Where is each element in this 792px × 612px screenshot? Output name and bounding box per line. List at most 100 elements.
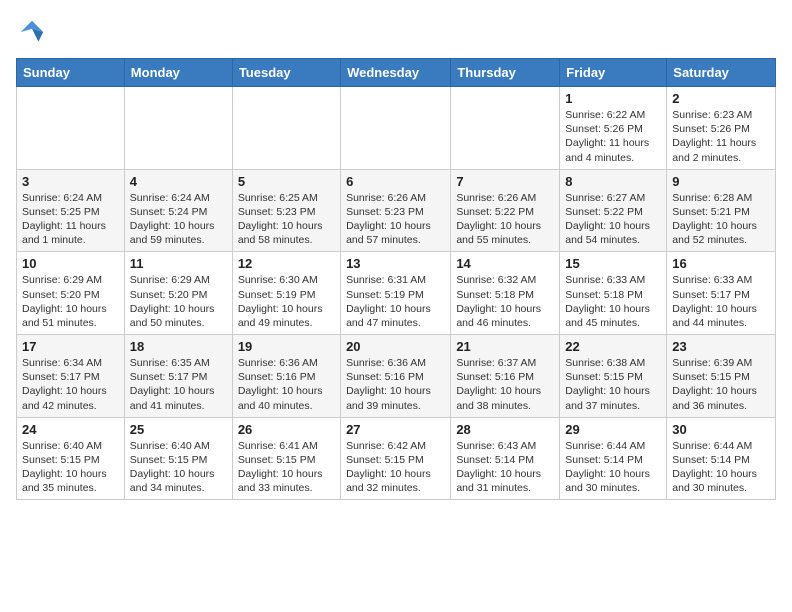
calendar-cell: 20Sunrise: 6:36 AM Sunset: 5:16 PM Dayli… [341,335,451,418]
day-number: 9 [672,174,770,189]
calendar-table: SundayMondayTuesdayWednesdayThursdayFrid… [16,58,776,500]
day-header-friday: Friday [560,59,667,87]
day-number: 29 [565,422,661,437]
day-info: Sunrise: 6:29 AM Sunset: 5:20 PM Dayligh… [22,273,119,330]
day-info: Sunrise: 6:41 AM Sunset: 5:15 PM Dayligh… [238,439,335,496]
day-info: Sunrise: 6:22 AM Sunset: 5:26 PM Dayligh… [565,108,661,165]
calendar-cell: 18 Sunrise: 6:35 AM Sunset: 5:17 PM Dayli… [124,335,232,418]
day-number: 24 [22,422,119,437]
calendar-cell: 23 Sunrise: 6:39 AM Sunset: 5:15 PM Dayli… [667,335,776,418]
day-header-thursday: Thursday [451,59,560,87]
day-info: Sunrise: 6:42 AM Sunset: 5:15 PM Dayligh… [346,439,445,496]
calendar-cell: 27 Sunrise: 6:42 AM Sunset: 5:15 PM Dayli… [341,417,451,500]
day-number: 6 [346,174,445,189]
calendar-week-row: 3 Sunrise: 6:24 AM Sunset: 5:25 PM Daylig… [17,169,776,252]
calendar-cell [451,87,560,170]
day-number: 17 [22,339,119,354]
day-number: 28 [456,422,554,437]
calendar-cell: 25 Sunrise: 6:40 AM Sunset: 5:15 PM Dayli… [124,417,232,500]
calendar-cell: 29 Sunrise: 6:44 AM Sunset: 5:14 PM Dayli… [560,417,667,500]
day-info: Sunrise: 6:29 AM Sunset: 5:20 PM Dayligh… [130,273,227,330]
day-info: Sunrise: 6:24 AM Sunset: 5:25 PM Dayligh… [22,191,119,248]
day-header-tuesday: Tuesday [232,59,340,87]
day-number: 5 [238,174,335,189]
day-info: Sunrise: 6:27 AM Sunset: 5:22 PM Dayligh… [565,191,661,248]
day-info: Sunrise: 6:34 AM Sunset: 5:17 PM Dayligh… [22,356,119,413]
day-number: 15 [565,256,661,271]
day-info: Sunrise: 6:37 AM Sunset: 5:16 PM Dayligh… [456,356,554,413]
day-info: Sunrise: 6:38 AM Sunset: 5:15 PM Dayligh… [565,356,661,413]
calendar-cell: 12 Sunrise: 6:30 AM Sunset: 5:19 PM Dayli… [232,252,340,335]
day-info: Sunrise: 6:40 AM Sunset: 5:15 PM Dayligh… [130,439,227,496]
day-number: 26 [238,422,335,437]
day-number: 13 [346,256,445,271]
day-info: Sunrise: 6:30 AM Sunset: 5:19 PM Dayligh… [238,273,335,330]
day-number: 25 [130,422,227,437]
calendar-cell: 30Sunrise: 6:44 AM Sunset: 5:14 PM Dayli… [667,417,776,500]
day-info: Sunrise: 6:24 AM Sunset: 5:24 PM Dayligh… [130,191,227,248]
day-info: Sunrise: 6:33 AM Sunset: 5:17 PM Dayligh… [672,273,770,330]
calendar-cell: 1 Sunrise: 6:22 AM Sunset: 5:26 PM Daylig… [560,87,667,170]
calendar-week-row: 17 Sunrise: 6:34 AM Sunset: 5:17 PM Dayli… [17,335,776,418]
calendar-cell [124,87,232,170]
calendar-cell: 28 Sunrise: 6:43 AM Sunset: 5:14 PM Dayli… [451,417,560,500]
day-number: 8 [565,174,661,189]
calendar-cell: 11 Sunrise: 6:29 AM Sunset: 5:20 PM Dayli… [124,252,232,335]
day-info: Sunrise: 6:32 AM Sunset: 5:18 PM Dayligh… [456,273,554,330]
calendar-cell: 24 Sunrise: 6:40 AM Sunset: 5:15 PM Dayli… [17,417,125,500]
day-number: 19 [238,339,335,354]
day-number: 27 [346,422,445,437]
calendar-cell: 13 Sunrise: 6:31 AM Sunset: 5:19 PM Dayli… [341,252,451,335]
day-number: 1 [565,91,661,106]
day-info: Sunrise: 6:23 AM Sunset: 5:26 PM Dayligh… [672,108,770,165]
day-number: 16 [672,256,770,271]
calendar-cell [341,87,451,170]
calendar-cell: 8 Sunrise: 6:27 AM Sunset: 5:22 PM Daylig… [560,169,667,252]
logo [16,16,52,48]
calendar-cell: 10Sunrise: 6:29 AM Sunset: 5:20 PM Dayli… [17,252,125,335]
day-number: 12 [238,256,335,271]
calendar-cell: 16 Sunrise: 6:33 AM Sunset: 5:17 PM Dayli… [667,252,776,335]
day-number: 18 [130,339,227,354]
calendar-cell: 26 Sunrise: 6:41 AM Sunset: 5:15 PM Dayli… [232,417,340,500]
day-number: 22 [565,339,661,354]
day-header-wednesday: Wednesday [341,59,451,87]
day-info: Sunrise: 6:44 AM Sunset: 5:14 PM Dayligh… [672,439,770,496]
day-number: 11 [130,256,227,271]
day-info: Sunrise: 6:33 AM Sunset: 5:18 PM Dayligh… [565,273,661,330]
day-info: Sunrise: 6:44 AM Sunset: 5:14 PM Dayligh… [565,439,661,496]
day-info: Sunrise: 6:43 AM Sunset: 5:14 PM Dayligh… [456,439,554,496]
day-number: 3 [22,174,119,189]
day-number: 23 [672,339,770,354]
calendar-cell: 17 Sunrise: 6:34 AM Sunset: 5:17 PM Dayli… [17,335,125,418]
calendar-cell: 19Sunrise: 6:36 AM Sunset: 5:16 PM Dayli… [232,335,340,418]
day-info: Sunrise: 6:28 AM Sunset: 5:21 PM Dayligh… [672,191,770,248]
logo-icon [16,16,48,48]
day-info: Sunrise: 6:26 AM Sunset: 5:22 PM Dayligh… [456,191,554,248]
calendar-cell: 2Sunrise: 6:23 AM Sunset: 5:26 PM Daylig… [667,87,776,170]
day-info: Sunrise: 6:26 AM Sunset: 5:23 PM Dayligh… [346,191,445,248]
calendar-cell: 15 Sunrise: 6:33 AM Sunset: 5:18 PM Dayli… [560,252,667,335]
calendar-cell [17,87,125,170]
day-number: 14 [456,256,554,271]
calendar-cell [232,87,340,170]
day-info: Sunrise: 6:35 AM Sunset: 5:17 PM Dayligh… [130,356,227,413]
day-number: 4 [130,174,227,189]
calendar-cell: 22 Sunrise: 6:38 AM Sunset: 5:15 PM Dayli… [560,335,667,418]
calendar-header-row: SundayMondayTuesdayWednesdayThursdayFrid… [17,59,776,87]
day-header-saturday: Saturday [667,59,776,87]
page-header [16,16,776,48]
day-number: 21 [456,339,554,354]
calendar-cell: 6 Sunrise: 6:26 AM Sunset: 5:23 PM Daylig… [341,169,451,252]
day-info: Sunrise: 6:36 AM Sunset: 5:16 PM Dayligh… [346,356,445,413]
calendar-week-row: 24 Sunrise: 6:40 AM Sunset: 5:15 PM Dayli… [17,417,776,500]
day-info: Sunrise: 6:31 AM Sunset: 5:19 PM Dayligh… [346,273,445,330]
day-info: Sunrise: 6:25 AM Sunset: 5:23 PM Dayligh… [238,191,335,248]
day-info: Sunrise: 6:39 AM Sunset: 5:15 PM Dayligh… [672,356,770,413]
day-header-monday: Monday [124,59,232,87]
calendar-cell: 7Sunrise: 6:26 AM Sunset: 5:22 PM Daylig… [451,169,560,252]
calendar-cell: 21 Sunrise: 6:37 AM Sunset: 5:16 PM Dayli… [451,335,560,418]
calendar-week-row: 1 Sunrise: 6:22 AM Sunset: 5:26 PM Daylig… [17,87,776,170]
day-info: Sunrise: 6:40 AM Sunset: 5:15 PM Dayligh… [22,439,119,496]
calendar-cell: 3 Sunrise: 6:24 AM Sunset: 5:25 PM Daylig… [17,169,125,252]
